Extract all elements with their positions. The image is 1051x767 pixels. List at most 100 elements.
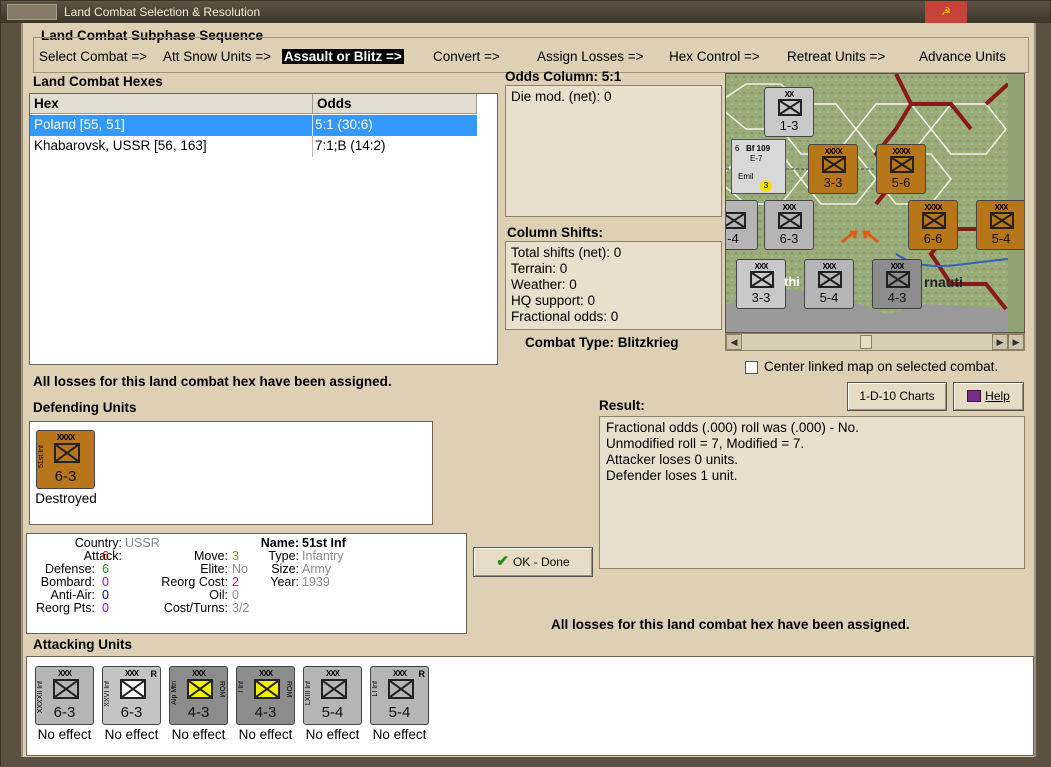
map-unit-size: XXX [782, 203, 796, 212]
map-unit-counter[interactable]: XXX 6-3 [764, 200, 814, 250]
row-divider [312, 136, 313, 157]
sequence-step: Advance Units [919, 49, 1007, 64]
unit-size: XXX [325, 669, 340, 678]
hex-name: Poland [55, 51] [34, 117, 125, 132]
unit-counter[interactable]: XXX 5-4 LI Inf R [370, 666, 429, 725]
result-panel: Fractional odds (.000) roll was (.000) -… [599, 416, 1025, 569]
unit-combat-value: 6-3 [120, 704, 143, 721]
infantry-symbol-icon [750, 271, 774, 288]
unit-counter[interactable]: XXX 4-3 Alp Mtn ROM [169, 666, 228, 725]
losses-message-top: All losses for this land combat hex have… [33, 374, 392, 389]
map-unit-counter[interactable]: XX 1-3 [764, 87, 814, 137]
help-button[interactable]: Help [953, 382, 1024, 411]
unit-counter[interactable]: XXX 4-3 I Inf ROM [236, 666, 295, 725]
result-line: Defender loses 1 unit. [606, 468, 738, 483]
losses-message-bottom: All losses for this land combat hex have… [551, 617, 910, 632]
shift-line: Total shifts (net): 0 [511, 245, 622, 260]
title-bar: Land Combat Selection & Resolution ☭ [1, 1, 1050, 23]
defending-units-box: XXXX 6-3 51st Inf Destroyed [29, 421, 433, 525]
column-header-hex[interactable]: Hex [30, 94, 313, 114]
hex-row[interactable]: Khabarovsk, USSR [56, 163] 7:1;B (14:2) [30, 136, 477, 157]
sequence-step: Assault or Blitz => [282, 49, 404, 64]
map-unit-combat: 5-4 [991, 231, 1011, 246]
hexes-title: Land Combat Hexes [33, 74, 163, 89]
unit-nationality: ROM [218, 681, 225, 698]
attacking-units-box: XXX 6-3 XXXXII Inf No effect XXX 6-3 XXVI Inf R… [26, 656, 1034, 756]
ok-done-button[interactable]: ✔ OK - Done [473, 547, 593, 577]
charts-button[interactable]: 1-D-10 Charts [847, 382, 947, 411]
unit-reserve-flag: R [418, 669, 426, 679]
unit-status: No effect [37, 727, 92, 742]
unit-counter[interactable]: XXX 6-3 XXXXII Inf [35, 666, 94, 725]
horizontal-thumb[interactable] [860, 335, 872, 349]
result-line: Attacker loses 0 units. [606, 452, 739, 467]
infantry-symbol-icon [54, 443, 80, 463]
infantry-symbol-icon [822, 156, 846, 173]
infantry-symbol-icon [778, 99, 802, 116]
sequence-step: Assign Losses => [537, 49, 644, 64]
center-map-checkbox[interactable] [745, 361, 758, 374]
map-unit-combat: 4-3 [887, 290, 907, 305]
unit-combat-value: 6-3 [54, 468, 77, 485]
center-map-label: Center linked map on selected combat. [764, 359, 999, 374]
map-unit-counter[interactable]: -4 [726, 200, 758, 250]
unit-combat-value: 4-3 [187, 704, 210, 721]
map-unit-size: XXXX [892, 147, 910, 156]
map-unit-counter[interactable]: XXX 3-3 [736, 259, 786, 309]
map-unit-counter[interactable]: XXX 5-4 [976, 200, 1024, 250]
linked-map[interactable]: XX 1-3 XXXX 3-3 XXXX 5-6 XXX 6-3 XXXX 6-6 XXX 5-4 XX… [725, 73, 1025, 333]
close-icon[interactable]: ☭ [925, 1, 967, 23]
map-unit-combat: -4 [727, 231, 739, 246]
map-unit-counter[interactable]: XXXX 5-6 [876, 144, 926, 194]
scroll-right-icon[interactable]: ▶ [992, 334, 1008, 350]
map-unit-combat: 6-6 [923, 231, 943, 246]
column-header-odds[interactable]: Odds [313, 94, 477, 114]
system-menu-button[interactable] [7, 4, 57, 20]
unit-status: Destroyed [35, 491, 97, 506]
unit-counter[interactable]: XXX 6-3 XXVI Inf R [102, 666, 161, 725]
infantry-symbol-icon [187, 679, 213, 699]
unit-combat-value: 5-4 [321, 704, 344, 721]
map-unit-counter[interactable]: XXXX 3-3 [808, 144, 858, 194]
sequence-step: Retreat Units => [787, 49, 886, 64]
map-unit-size: XX [784, 90, 795, 99]
map-unit-counter[interactable]: XXX 5-4 [804, 259, 854, 309]
unit-size: XXXX [56, 433, 75, 442]
map-unit-counter[interactable]: XXXX 6-6 [908, 200, 958, 250]
content-area: Land Combat Subphase Sequence Select Com… [23, 23, 1034, 757]
result-line: Unmodified roll = 7, Modified = 7. [606, 436, 805, 451]
combat-type: Combat Type: Blitzkrieg [525, 335, 679, 350]
unit-status: No effect [238, 727, 293, 742]
infantry-symbol-icon [990, 212, 1014, 229]
unit-combat-value: 4-3 [254, 704, 277, 721]
scroll-end-icon[interactable]: ▶ [1008, 334, 1024, 350]
unit-combat-value: 6-3 [53, 704, 76, 721]
sequence-step: Convert => [433, 49, 500, 64]
map-horizontal-scrollbar[interactable]: ◀ ▶ ▶ [725, 333, 1025, 351]
sequence-step: Att Snow Units => [163, 49, 272, 64]
hex-odds: 5:1 (30:6) [315, 117, 373, 132]
unit-status: No effect [305, 727, 360, 742]
unit-size: XXX [191, 669, 206, 678]
shift-line: HQ support: 0 [511, 293, 596, 308]
map-place-label-2: thi [784, 274, 800, 289]
infantry-symbol-icon [321, 679, 347, 699]
infantry-symbol-icon [120, 679, 146, 699]
hex-row[interactable]: Poland [55, 51] 5:1 (30:6) [30, 115, 477, 136]
map-unit-counter[interactable]: XXX 4-3 [872, 259, 922, 309]
infantry-symbol-icon [922, 212, 946, 229]
map-unit-combat: 1-3 [779, 118, 799, 133]
map-unit-combat: 6-3 [779, 231, 799, 246]
combat-hexes-list: Hex Odds Poland [55, 51] 5:1 (30:6) Khabar… [29, 93, 498, 365]
map-unit-combat: 5-4 [819, 290, 839, 305]
unit-status: No effect [372, 727, 427, 742]
unit-counter[interactable]: XXXX 6-3 51st Inf [36, 430, 95, 489]
map-unit-size: XXX [994, 203, 1008, 212]
attacking-title: Attacking Units [33, 637, 133, 652]
unit-name: LI Inf [372, 681, 379, 697]
plane-counter[interactable]: 6 Bf 109 E-7 Emil 3 [731, 139, 786, 194]
hex-name: Khabarovsk, USSR [56, 163] [34, 138, 207, 153]
unit-counter[interactable]: XXX 5-4 LXIII Inf [303, 666, 362, 725]
checkmark-icon: ✔ [496, 553, 509, 570]
scroll-left-icon[interactable]: ◀ [726, 334, 742, 350]
